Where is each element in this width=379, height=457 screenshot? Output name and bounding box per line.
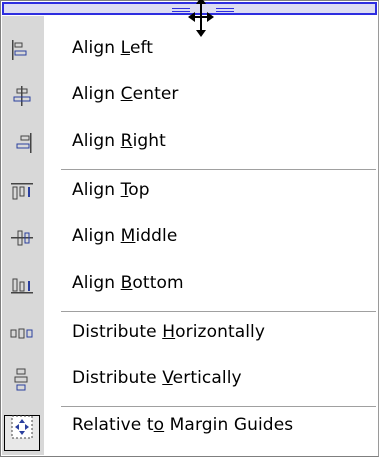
align-bottom-icon [8,273,36,297]
menu-item-label: Relative to Margin Guides [72,415,294,435]
menu-item-align-left[interactable]: Align Left [2,26,377,70]
menu-item-label: Align Middle [72,226,178,246]
align-top-icon [8,180,36,204]
menu-item-label: Align Bottom [72,273,184,293]
distribute-vertically-icon [8,368,36,392]
menu-item-align-middle[interactable]: Align Middle [2,214,377,258]
align-middle-icon [8,226,36,250]
menu-item-label: Distribute Horizontally [72,322,266,342]
menu-item-distribute-horizontally[interactable]: Distribute Horizontally [2,310,377,354]
relative-to-margin-guides-icon [8,415,36,439]
align-right-icon [8,131,36,155]
align-center-icon [8,84,36,108]
menu-item-label: Align Left [72,38,154,58]
menu-item-distribute-vertically[interactable]: Distribute Vertically [2,356,377,400]
menu-item-align-top[interactable]: Align Top [2,168,377,212]
align-left-icon [8,38,36,62]
menu-item-label: Align Right [72,131,166,151]
distribute-horizontally-icon [8,322,36,346]
menu-item-label: Align Top [72,180,150,200]
menu-item-align-right[interactable]: Align Right [2,119,377,163]
menu-item-relative-to-margin-guides[interactable]: Relative to Margin Guides [2,403,377,447]
align-distribute-menu: Align Left Align Center Align Right Align T… [0,0,379,457]
menu-item-align-center[interactable]: Align Center [2,72,377,116]
menu-item-align-bottom[interactable]: Align Bottom [2,261,377,305]
menu-item-label: Distribute Vertically [72,368,242,388]
menu-item-label: Align Center [72,84,179,104]
